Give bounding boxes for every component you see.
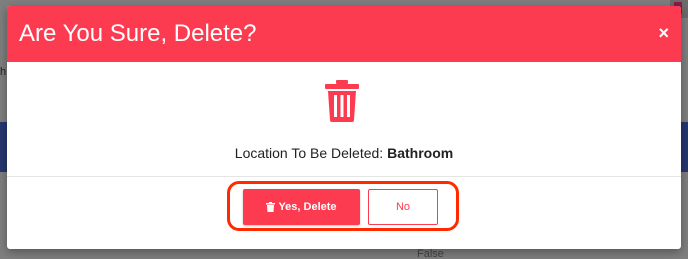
modal-header: Are You Sure, Delete? × bbox=[7, 6, 681, 62]
close-icon[interactable]: × bbox=[658, 23, 669, 43]
delete-message-prefix: Location To Be Deleted: bbox=[234, 145, 384, 161]
yes-delete-button[interactable]: Yes, Delete bbox=[243, 189, 360, 225]
trash-icon bbox=[325, 80, 359, 122]
delete-message: Location To Be Deleted: Bathroom bbox=[7, 145, 681, 161]
no-button[interactable]: No bbox=[368, 189, 438, 225]
modal-title: Are You Sure, Delete? bbox=[19, 20, 257, 47]
background-left-text: h bbox=[0, 66, 7, 78]
trash-small-icon bbox=[266, 202, 276, 212]
modal-divider bbox=[7, 176, 681, 177]
delete-target-name: Bathroom bbox=[387, 145, 454, 161]
yes-delete-label: Yes, Delete bbox=[278, 201, 337, 213]
background-false-text: False bbox=[417, 248, 444, 259]
no-label: No bbox=[395, 201, 411, 213]
